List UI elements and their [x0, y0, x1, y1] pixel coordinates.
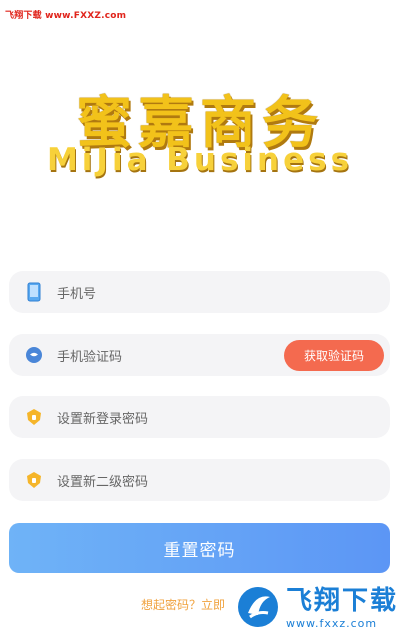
new-second-password-field[interactable]: 设置新二级密码: [9, 459, 390, 501]
watermark-text: 飞翔下载 www.FXXZ.com: [5, 11, 127, 21]
watermark-name: 飞翔下载: [286, 586, 399, 616]
new-login-password-field[interactable]: 设置新登录密码: [9, 396, 390, 438]
sms-code-field[interactable]: 手机验证码 获取验证码: [9, 334, 390, 376]
login-link[interactable]: 想起密码？立即: [141, 596, 225, 613]
watermark-url: www.fxxz.com: [286, 617, 378, 630]
watermark-badge: 飞翔下载 www.fxxz.com: [232, 578, 400, 639]
watermark-logo-icon: [236, 585, 280, 633]
lock-shield-icon: [25, 471, 43, 489]
new-second-password-placeholder: 设置新二级密码: [57, 474, 149, 490]
phone-placeholder: 手机号: [57, 286, 97, 302]
message-icon: [25, 346, 43, 364]
brand-logo-english: MiJia Business: [46, 142, 354, 178]
sms-code-placeholder: 手机验证码: [57, 349, 123, 365]
phone-field[interactable]: 手机号: [9, 271, 390, 313]
lock-shield-icon: [25, 408, 43, 426]
phone-icon: [25, 282, 43, 302]
reset-password-button[interactable]: 重置密码: [9, 523, 390, 573]
get-code-button[interactable]: 获取验证码: [284, 340, 384, 371]
new-login-password-placeholder: 设置新登录密码: [57, 411, 149, 427]
